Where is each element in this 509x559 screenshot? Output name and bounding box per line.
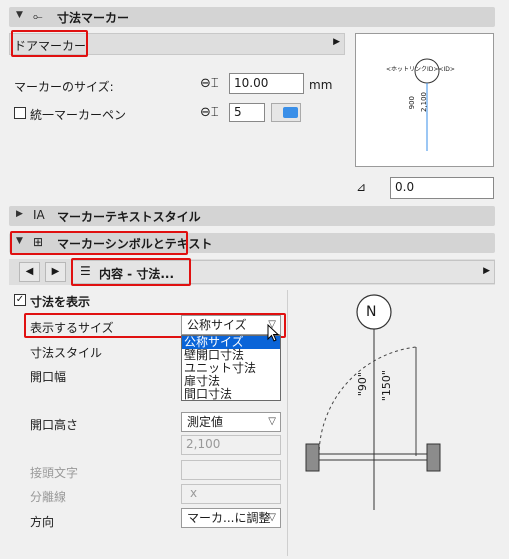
marker-type-label: ドアマーカー — [14, 39, 87, 53]
marker-icon: ⟜ — [33, 9, 43, 23]
show-dims-label: 寸法を表示 — [30, 295, 91, 309]
direction-label: 方向 — [30, 515, 55, 529]
chevron-down-icon: ▽ — [268, 512, 276, 523]
preview-dim1: 900 — [408, 96, 416, 110]
opening-width-label: 開口幅 — [30, 370, 67, 384]
show-dims-checkbox[interactable]: ✓ — [14, 294, 26, 306]
preview-tag-text: <ホットリンクID><ID> — [386, 66, 455, 73]
mouse-cursor-icon — [267, 324, 280, 342]
pen-color-swatch — [283, 107, 298, 118]
opening-height-value: 測定値 — [187, 415, 224, 429]
chevron-right-icon: ▶ — [483, 266, 490, 276]
page-title: 内容 - 寸法... — [99, 267, 175, 281]
marker-type-selector[interactable]: ドアマーカー ▶ — [9, 33, 345, 55]
angle-icon: ⊿ — [356, 180, 367, 194]
page-selector[interactable]: ☰ 内容 - 寸法... ▶ — [71, 260, 495, 284]
symbol-text-icon: ⊞ — [33, 235, 44, 249]
separator-input[interactable]: x — [181, 484, 281, 504]
pen-icon: ⊖⌶ — [200, 105, 219, 120]
pen-label: 統一マーカーペン — [30, 108, 127, 122]
display-size-label: 表示するサイズ — [30, 321, 114, 335]
separator-label: 分離線 — [30, 490, 67, 504]
pen-color-button[interactable] — [271, 103, 301, 122]
section-title: 寸法マーカー — [57, 11, 130, 25]
prefix-input[interactable] — [181, 460, 281, 480]
marker-size-input[interactable]: 10.00 — [229, 73, 304, 94]
collapsed-triangle-icon[interactable]: ▶ — [16, 209, 23, 219]
angle-input[interactable]: 0.0 — [390, 177, 494, 199]
size-dropdown-list[interactable]: 公称サイズ 壁開口寸法 ユニット寸法 扉寸法 間口寸法 — [181, 335, 281, 401]
expand-triangle-icon[interactable]: ▼ — [16, 10, 23, 20]
dim-a-label: "90" — [356, 372, 369, 397]
dim-style-label: 寸法スタイル — [30, 346, 103, 360]
door-diagram — [305, 294, 441, 510]
next-page-button[interactable]: ▶ — [45, 262, 66, 282]
text-style-section-header[interactable]: ▶ IA マーカーテキストスタイル — [9, 206, 495, 226]
divider — [287, 290, 288, 556]
chevron-right-icon: ▶ — [333, 37, 340, 47]
opening-height-label: 開口高さ — [30, 418, 79, 432]
size-icon: ⊖⌶ — [200, 76, 219, 91]
prev-page-button[interactable]: ◀ — [19, 262, 40, 282]
marker-preview: <ホットリンクID><ID> 900 2,100 — [355, 33, 494, 167]
expand-triangle-icon[interactable]: ▼ — [16, 236, 23, 246]
section-title: マーカーテキストスタイル — [57, 210, 201, 224]
list-icon: ☰ — [80, 264, 91, 278]
opening-height-select[interactable]: 測定値 ▽ — [181, 412, 281, 432]
direction-select[interactable]: マーカ...に調整 ▽ — [181, 508, 281, 528]
pen-number-input[interactable]: 5 — [229, 103, 265, 122]
preview-dim2: 2,100 — [420, 92, 428, 113]
pen-checkbox[interactable] — [14, 107, 26, 119]
marker-section-header[interactable]: ▼ ⟜ 寸法マーカー — [9, 7, 495, 27]
prefix-label: 接頭文字 — [30, 466, 79, 480]
north-label: N — [366, 304, 377, 320]
dropdown-option[interactable]: 間口寸法 — [182, 388, 280, 401]
unit-label: mm — [309, 78, 333, 92]
chevron-down-icon: ▽ — [268, 416, 276, 427]
opening-height-input[interactable]: 2,100 — [181, 435, 281, 455]
symbol-text-section-header[interactable]: ▼ ⊞ マーカーシンボルとテキスト — [9, 233, 495, 253]
marker-size-label: マーカーのサイズ: — [14, 80, 114, 94]
text-style-icon: IA — [33, 208, 45, 222]
direction-value: マーカ...に調整 — [187, 511, 271, 525]
dim-b-label: "150" — [380, 370, 393, 402]
section-title: マーカーシンボルとテキスト — [57, 237, 213, 251]
display-size-value: 公称サイズ — [187, 318, 247, 332]
